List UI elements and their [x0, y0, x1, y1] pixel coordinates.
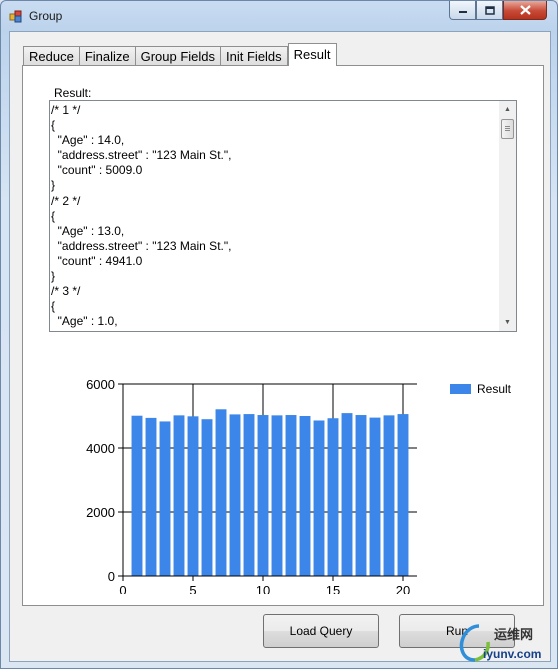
y-tick-label: 0 — [108, 569, 115, 584]
watermark-url: iyunv.com — [483, 647, 542, 661]
tab-finalize[interactable]: Finalize — [78, 46, 136, 66]
window-title: Group — [29, 9, 63, 23]
tab-result[interactable]: Result — [287, 43, 337, 66]
chart-bar — [145, 417, 157, 576]
chart-bar — [341, 413, 353, 576]
chart-bar — [229, 414, 241, 576]
x-tick-label: 5 — [189, 583, 196, 594]
chart-bar — [187, 416, 199, 576]
result-tab-panel: Result: /* 1 */ { "Age" : 14.0, "address… — [22, 65, 544, 606]
chart-bar — [201, 419, 213, 576]
chart-bar — [173, 415, 185, 576]
watermark: 运维网 iyunv.com — [455, 618, 555, 668]
y-tick-label: 6000 — [86, 377, 115, 392]
close-icon — [519, 5, 531, 15]
result-chart: 0 5 10 15 20 0 2000 4000 6000 Result — [86, 377, 512, 594]
watermark-cn: 运维网 — [494, 627, 534, 642]
chart-bar — [369, 417, 381, 576]
tab-strip: Reduce Finalize Group Fields Init Fields… — [23, 43, 337, 66]
minimize-button[interactable] — [449, 1, 476, 20]
load-query-button[interactable]: Load Query — [263, 614, 379, 648]
result-label: Result: — [54, 86, 92, 100]
x-tick-label: 15 — [326, 583, 340, 594]
chart-bar — [215, 409, 227, 576]
y-tick-label: 2000 — [86, 505, 115, 520]
maximize-button[interactable] — [476, 1, 503, 20]
x-tick-label: 10 — [256, 583, 270, 594]
legend-label: Result — [477, 382, 512, 396]
result-text: /* 1 */ { "Age" : 14.0, "address.street"… — [51, 103, 232, 329]
tab-reduce[interactable]: Reduce — [23, 46, 80, 66]
scroll-down-arrow-icon[interactable]: ▼ — [499, 314, 516, 331]
minimize-icon — [458, 11, 467, 13]
tab-group-fields[interactable]: Group Fields — [134, 46, 222, 66]
chart-bar — [397, 414, 409, 576]
app-icon — [9, 10, 22, 23]
vertical-scrollbar[interactable]: ▲ ▼ — [499, 101, 516, 331]
chart-bar — [383, 415, 395, 576]
scroll-up-arrow-icon[interactable]: ▲ — [499, 101, 516, 118]
chart-bar — [131, 415, 143, 576]
chart-bar — [159, 421, 171, 576]
title-bar[interactable]: Group — [1, 1, 557, 31]
chart-bar — [355, 415, 367, 576]
close-button[interactable] — [503, 1, 547, 20]
legend-swatch — [450, 384, 471, 394]
result-textbox[interactable]: /* 1 */ { "Age" : 14.0, "address.street"… — [49, 100, 517, 332]
x-tick-label: 0 — [119, 583, 126, 594]
chart-bar — [327, 418, 339, 576]
chart-bar — [257, 415, 269, 576]
tab-init-fields[interactable]: Init Fields — [220, 46, 288, 66]
chart-bar — [285, 415, 297, 576]
chart-bar — [243, 414, 255, 576]
chart-bar — [271, 415, 283, 576]
maximize-icon — [484, 5, 495, 15]
chart-bar — [299, 416, 311, 576]
chart-bar — [313, 420, 325, 576]
scroll-thumb[interactable] — [501, 119, 514, 139]
window-frame: Group Reduce Finalize Group Fields Init … — [0, 0, 558, 669]
x-tick-label: 20 — [396, 583, 410, 594]
y-tick-label: 4000 — [86, 441, 115, 456]
client-area: Reduce Finalize Group Fields Init Fields… — [9, 31, 551, 662]
